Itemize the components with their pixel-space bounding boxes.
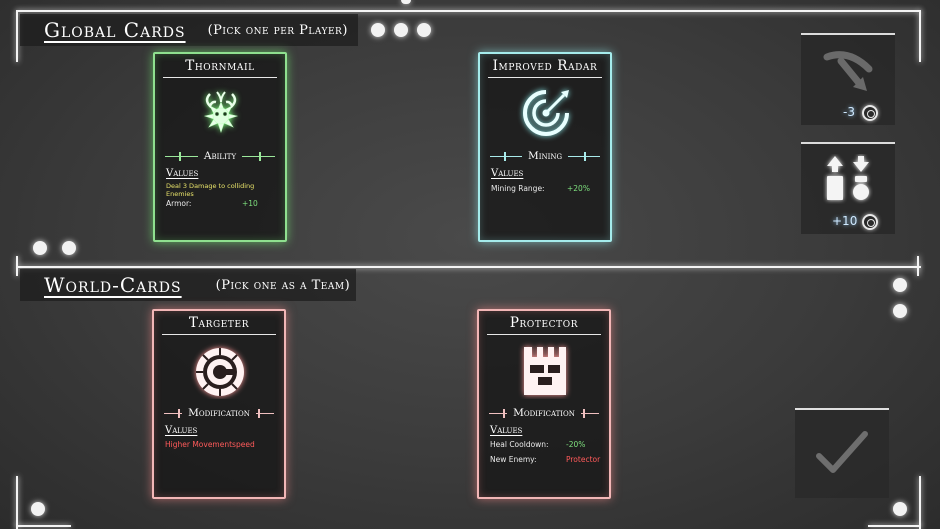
thorn-creature-icon (203, 91, 239, 133)
frame-middle-left-tick (16, 256, 18, 276)
card-type-row: Ability (165, 149, 276, 163)
indicator-dot (371, 23, 385, 37)
indicator-dot (31, 502, 45, 516)
card-description: Higher Movementspeed (165, 440, 255, 449)
frame-top-line (18, 10, 921, 12)
card-title: Targeter (162, 315, 276, 335)
values-label: Values (165, 425, 198, 436)
frame-middle-right-tick (917, 256, 919, 276)
card-type-row: Mining (490, 149, 600, 163)
reroll-button[interactable]: -3 (801, 33, 895, 125)
indicator-dot (417, 23, 431, 37)
indicator-dot (394, 23, 408, 37)
stat-value: +10 (242, 199, 258, 208)
frame-right-top-line (919, 10, 921, 62)
frame-bottom-left-line (16, 525, 71, 527)
card-type-label: Ability (203, 150, 237, 162)
swap-reward: +10 (832, 214, 858, 228)
frame-right-bottom-line (919, 476, 921, 529)
swap-button[interactable]: +10 (801, 142, 895, 234)
tower-icon (524, 347, 566, 395)
card-targeter[interactable]: Targeter Modification Values Higher Move… (152, 309, 286, 499)
frame-left-top-line (16, 10, 18, 62)
gear-coin-icon (862, 105, 878, 121)
confirm-button[interactable] (795, 408, 889, 498)
world-cards-title: World-Cards (44, 273, 182, 297)
values-label: Values (166, 168, 199, 179)
stat-name: Mining Range: (491, 184, 545, 193)
card-title: Improved Radar (488, 58, 602, 78)
reroll-cost: -3 (843, 105, 855, 119)
card-stat-row: Mining Range: +20% (491, 184, 602, 193)
radar-icon (523, 90, 569, 136)
stat-name: Armor: (166, 199, 192, 208)
stat-name: Heal Cooldown: (490, 440, 549, 449)
values-label: Values (491, 168, 524, 179)
reroll-arrow-icon (823, 51, 873, 91)
card-type-label: Mining (527, 150, 563, 162)
card-thornmail[interactable]: Thornmail Ability Values Deal 3 Damage t… (153, 52, 287, 242)
indicator-dot (893, 278, 907, 292)
indicator-dot (62, 241, 76, 255)
stat-value: +20% (567, 184, 590, 193)
stat-value: -20% (566, 440, 586, 449)
gear-coin-icon (862, 214, 878, 230)
card-stat-row: Heal Cooldown: -20% (490, 440, 601, 449)
global-cards-header: Global Cards (Pick one per Player) (20, 14, 358, 46)
global-cards-subtitle: (Pick one per Player) (207, 22, 348, 38)
frame-middle-line (18, 266, 921, 268)
stat-name: New Enemy: (490, 455, 537, 464)
card-description: Deal 3 Damage to colliding Enemies (166, 182, 255, 198)
stat-value: Protector (566, 455, 601, 464)
card-stat-row: New Enemy: Protector (490, 455, 601, 464)
indicator-dot (33, 241, 47, 255)
card-title: Thornmail (163, 58, 277, 78)
indicator-dot (893, 304, 907, 318)
card-stat-row: Armor: +10 (166, 199, 277, 208)
indicator-dot (893, 502, 907, 516)
card-protector[interactable]: Protector Modification Values Heal Coold… (477, 309, 611, 499)
card-type-label: Modification (513, 407, 575, 419)
frame-top-notch (401, 0, 411, 4)
card-type-label: Modification (188, 407, 250, 419)
swap-arrows-icon (827, 156, 869, 200)
values-label: Values (490, 425, 523, 436)
global-cards-title: Global Cards (44, 18, 186, 42)
world-cards-header: World-Cards (Pick one as a Team) (20, 269, 356, 301)
target-icon (196, 348, 244, 396)
card-type-row: Modification (489, 406, 600, 420)
checkmark-icon (816, 431, 868, 473)
card-improved-radar[interactable]: Improved Radar Mining Values Mining Rang… (478, 52, 612, 242)
world-cards-subtitle: (Pick one as a Team) (215, 277, 351, 293)
frame-bottom-right-line (868, 525, 921, 527)
card-type-row: Modification (164, 406, 275, 420)
card-title: Protector (487, 315, 601, 335)
frame-left-bottom-line (16, 476, 18, 529)
